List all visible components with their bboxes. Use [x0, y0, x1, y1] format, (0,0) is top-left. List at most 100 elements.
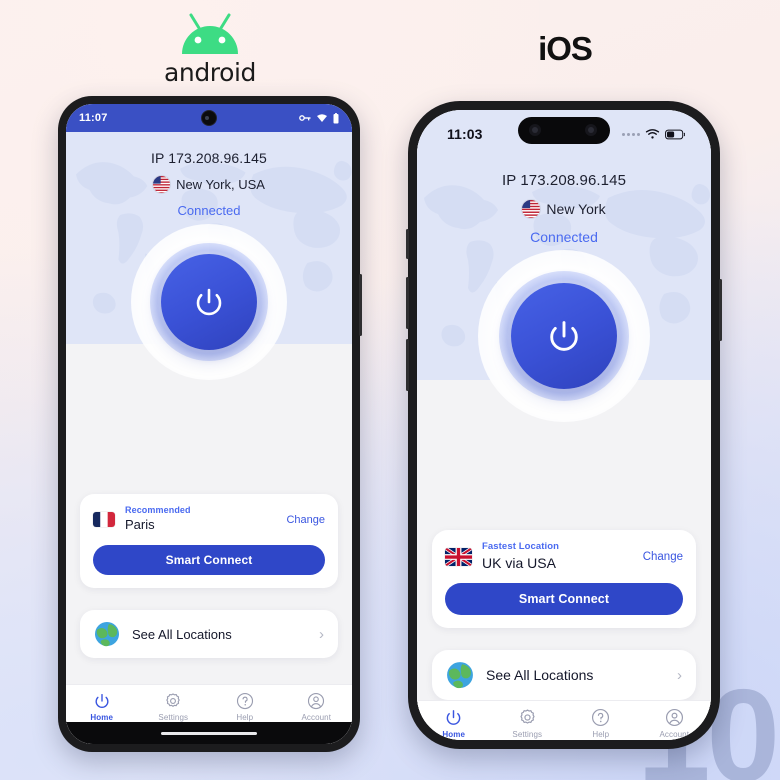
android-change-location-link[interactable]: Change	[286, 514, 325, 526]
ios-volume-up-button[interactable]	[406, 277, 409, 329]
android-map-hero: IP 173.208.96.145 New York, USA Connecte…	[66, 132, 352, 380]
globe-icon	[95, 622, 119, 647]
signal-dots-icon	[622, 132, 640, 136]
ios-hero-text: IP 173.208.96.145 New York Connected	[417, 152, 711, 245]
power-icon	[196, 288, 222, 316]
ios-lower-panel: Fastest Location UK via USA Change Smart…	[417, 380, 711, 740]
question-circle-icon	[592, 709, 610, 727]
ios-status-bar: 11:03	[417, 110, 711, 152]
ios-location-kicker: Fastest Location	[482, 541, 560, 552]
android-ip-address: IP 173.208.96.145	[151, 150, 267, 166]
power-icon	[550, 321, 578, 351]
france-flag-icon	[93, 512, 115, 528]
android-current-location: New York, USA	[66, 176, 352, 193]
tab-account[interactable]: Account	[281, 685, 353, 722]
android-wordmark: android	[163, 58, 257, 87]
ios-power-side-button[interactable]	[719, 279, 722, 341]
tab-home[interactable]: Home	[417, 701, 491, 739]
front-camera-icon	[585, 124, 597, 136]
tab-settings-label: Settings	[158, 713, 189, 722]
wifi-icon	[645, 129, 660, 139]
ios-power-toggle-button[interactable]	[511, 283, 617, 389]
face-id-sensor-icon	[529, 124, 541, 136]
tab-help[interactable]: Help	[209, 685, 281, 722]
ios-power-button-wrap	[478, 250, 650, 422]
battery-icon	[665, 129, 685, 139]
power-icon	[446, 710, 461, 725]
tab-settings[interactable]: Settings	[491, 701, 565, 739]
question-circle-icon	[236, 692, 253, 710]
ios-see-all-locations-row[interactable]: See All Locations ›	[432, 650, 696, 701]
android-location-card: Recommended Paris Change Smart Connect	[80, 494, 338, 589]
ios-change-location-link[interactable]: Change	[643, 551, 683, 563]
tab-help-label: Help	[592, 730, 610, 740]
comparison-canvas: 10 android iOS 11:07	[0, 0, 780, 780]
ios-phone-frame: 11:03 IP 173.208.96.145 New York Connect…	[406, 101, 722, 749]
android-status-bar: 11:07	[66, 104, 352, 132]
ios-volume-down-button[interactable]	[406, 339, 409, 391]
uk-flag-icon	[445, 547, 472, 566]
android-status-time: 11:07	[79, 112, 108, 124]
android-location-label: New York, USA	[176, 177, 265, 192]
android-power-toggle-button[interactable]	[161, 254, 257, 350]
tab-home-label: Home	[90, 713, 114, 722]
power-icon	[95, 693, 109, 709]
tab-account[interactable]: Account	[638, 701, 712, 739]
ios-mute-switch[interactable]	[406, 229, 409, 259]
ios-map-hero: IP 173.208.96.145 New York Connected	[417, 152, 711, 422]
android-see-all-locations-row[interactable]: See All Locations ›	[80, 610, 338, 659]
ios-tab-bar: Home Settings Help Account	[417, 700, 712, 740]
ios-platform-header: iOS	[486, 30, 644, 68]
tab-account-label: Account	[301, 713, 332, 722]
chevron-right-icon: ›	[319, 625, 324, 643]
tab-home-label: Home	[442, 730, 466, 740]
android-smart-connect-button[interactable]: Smart Connect	[93, 545, 325, 576]
ios-location-name: UK via USA	[482, 554, 556, 571]
android-screen: 11:07 IP 173.208.96.145 New York, USA Co…	[66, 104, 352, 744]
wifi-icon	[317, 114, 327, 122]
ios-current-location: New York	[417, 200, 711, 218]
vpn-key-icon	[299, 115, 311, 121]
android-location-name: Paris	[125, 517, 155, 533]
ios-location-card: Fastest Location UK via USA Change Smart…	[432, 530, 696, 629]
front-camera-punchhole-icon	[201, 110, 217, 126]
globe-icon	[447, 662, 473, 689]
android-hero-text: IP 173.208.96.145 New York, USA Connecte…	[66, 132, 352, 218]
ios-ip-address: IP 173.208.96.145	[501, 172, 627, 189]
person-circle-icon	[308, 692, 325, 710]
dynamic-island-icon	[518, 117, 610, 144]
android-home-indicator[interactable]	[161, 731, 257, 735]
android-phone-frame: 11:07 IP 173.208.96.145 New York, USA Co…	[58, 96, 362, 752]
ios-status-time: 11:03	[447, 126, 483, 142]
android-location-kicker: Recommended	[125, 505, 191, 515]
ios-location-label: New York	[546, 201, 606, 217]
gear-icon	[520, 709, 535, 724]
tab-account-label: Account	[659, 730, 690, 740]
tab-help[interactable]: Help	[564, 701, 638, 739]
android-gesture-nav-area	[66, 722, 352, 744]
android-power-button-wrap	[131, 224, 287, 380]
ios-screen: 11:03 IP 173.208.96.145 New York Connect…	[417, 110, 711, 740]
android-robot-icon	[182, 13, 238, 54]
android-tab-bar: Home Settings Help Account	[66, 684, 352, 722]
usa-flag-icon	[522, 200, 541, 218]
tab-settings[interactable]: Settings	[138, 685, 210, 722]
android-platform-header: android	[131, 12, 289, 87]
ios-connection-status: Connected	[530, 229, 598, 245]
battery-icon	[333, 112, 339, 123]
usa-flag-icon	[153, 176, 171, 193]
person-circle-icon	[665, 709, 683, 727]
ios-smart-connect-button[interactable]: Smart Connect	[445, 583, 683, 616]
android-connection-status: Connected	[177, 203, 241, 218]
tab-settings-label: Settings	[512, 730, 543, 740]
android-power-side-button[interactable]	[359, 274, 362, 336]
ios-wordmark: iOS	[538, 30, 593, 67]
tab-help-label: Help	[236, 713, 254, 722]
ios-home-indicator-area	[417, 739, 711, 740]
chevron-right-icon: ›	[677, 666, 682, 684]
android-see-all-label: See All Locations	[132, 626, 232, 642]
gear-icon	[166, 693, 180, 707]
android-lower-panel: Recommended Paris Change Smart Connect S…	[66, 344, 352, 744]
tab-home[interactable]: Home	[66, 685, 138, 722]
ios-see-all-label: See All Locations	[486, 667, 594, 684]
